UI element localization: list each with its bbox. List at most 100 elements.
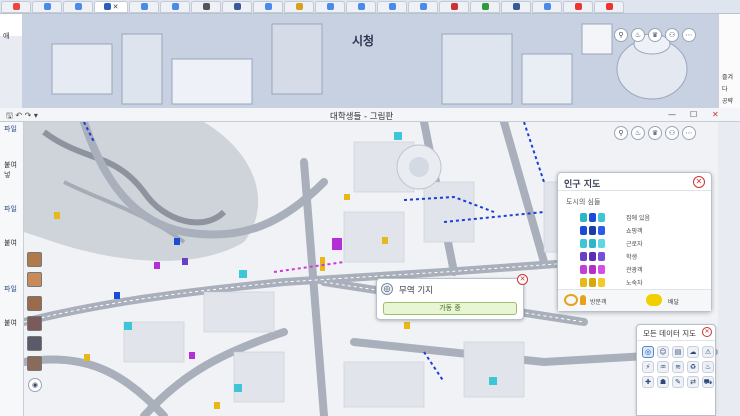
pollution-map-icon[interactable]: ☁	[687, 346, 699, 358]
browser-tab[interactable]	[63, 0, 93, 13]
population-icon[interactable]: ⚇	[665, 28, 679, 42]
garbage-map-icon[interactable]: ♻	[687, 361, 699, 373]
education-map-icon[interactable]: ✎	[672, 376, 684, 388]
crime-map-icon[interactable]: ⚠	[702, 346, 714, 358]
sim-marker-icon	[598, 213, 605, 222]
sim-marker-icon	[580, 252, 587, 261]
tab-favicon-icon	[12, 3, 20, 10]
fire-icon[interactable]: ♨	[631, 28, 645, 42]
browser-tab[interactable]	[532, 0, 562, 13]
close-icon[interactable]: ✕	[693, 176, 705, 188]
legend-row: 관광객	[580, 265, 643, 274]
avatar[interactable]	[27, 296, 42, 311]
browser-tab[interactable]	[501, 0, 531, 13]
trophy-icon[interactable]: ♛	[648, 28, 662, 42]
power-map-icon[interactable]: ⚡	[642, 361, 654, 373]
tab-favicon-icon	[450, 3, 458, 10]
browser-tab[interactable]	[594, 0, 624, 13]
traffic-map-icon[interactable]: ⛟	[702, 376, 714, 388]
right-strip-label[interactable]: 공략	[722, 96, 733, 105]
close-icon[interactable]: ✕	[702, 327, 712, 337]
tab-favicon-icon	[264, 3, 272, 10]
close-icon[interactable]: ✕	[517, 274, 528, 285]
browser-tab[interactable]	[222, 0, 252, 13]
trophy-icon[interactable]: ♛	[648, 126, 662, 140]
police-map-icon[interactable]: ☗	[657, 376, 669, 388]
health-map-icon[interactable]: ✚	[642, 376, 654, 388]
file-tab[interactable]: 파일	[4, 204, 17, 214]
avatar[interactable]	[27, 252, 42, 267]
browser-tab[interactable]	[439, 0, 469, 13]
avatar[interactable]	[27, 336, 42, 351]
browser-tab[interactable]	[32, 0, 62, 13]
tab-favicon-icon	[481, 3, 489, 10]
menu-icon[interactable]: ⋯	[682, 28, 696, 42]
avatar[interactable]	[27, 272, 42, 287]
close-button[interactable]: ✕	[712, 110, 719, 119]
browser-tab[interactable]	[315, 0, 345, 13]
population-map-icon[interactable]: ◎	[642, 346, 654, 358]
transit-map-icon[interactable]: ⇄	[687, 376, 699, 388]
happiness-map-icon[interactable]: ☺	[657, 346, 669, 358]
legend-row: 학생	[580, 252, 637, 261]
tab-favicon-icon	[543, 3, 551, 10]
apps-label[interactable]: 애	[3, 31, 9, 41]
sims-icon[interactable]: ⚲	[614, 126, 628, 140]
fire-map-icon[interactable]: ♨	[702, 361, 714, 373]
avatar[interactable]	[27, 316, 42, 331]
sim-marker-icon	[589, 226, 596, 235]
landvalue-map-icon[interactable]: ▤	[672, 346, 684, 358]
tab-favicon-icon	[171, 3, 179, 10]
tab-favicon-icon	[605, 3, 613, 10]
browser-tab[interactable]	[284, 0, 314, 13]
sim-marker-icon	[598, 239, 605, 248]
sims-icon[interactable]: ⚲	[614, 28, 628, 42]
legend-row: 쇼핑객	[580, 226, 643, 235]
sim-marker-icon	[580, 226, 587, 235]
file-tab[interactable]: 파일	[4, 124, 17, 134]
browser-tab[interactable]	[253, 0, 283, 13]
paint-title-bar: 🖫 ↶ ↷ ▾ 대학생들 - 그림판 — ☐ ✕	[0, 108, 740, 122]
visitor-marker-icon	[580, 295, 586, 305]
menu-icon[interactable]: ⋯	[682, 126, 696, 140]
sim-marker-icon	[580, 265, 587, 274]
maximize-button[interactable]: ☐	[690, 110, 697, 119]
legend-label: 집에 있음	[626, 215, 650, 222]
sewage-map-icon[interactable]: ≋	[672, 361, 684, 373]
legend-row: 노숙자	[580, 278, 643, 287]
tab-favicon-icon	[574, 3, 582, 10]
legend-label: 노숙자	[626, 280, 643, 287]
file-tab[interactable]: 파일	[4, 284, 17, 294]
sim-marker-icon	[598, 278, 605, 287]
all-data-maps-panel: 모든 데이터 지도 ✕ ◎ ☺ ▤ ☁ ⚠ ⚡ ♒ ≋ ♻ ♨ ✚ ☗ ✎ ⇄ …	[636, 324, 716, 416]
browser-tab[interactable]	[563, 0, 593, 13]
right-strip-label[interactable]: 즐겨	[722, 72, 733, 81]
avatar[interactable]	[27, 356, 42, 371]
tab-favicon-icon	[388, 3, 396, 10]
paste-label[interactable]: 붙여넣	[4, 160, 23, 180]
browser-tab[interactable]	[191, 0, 221, 13]
browser-tab-active[interactable]: ✕	[94, 0, 128, 13]
target-icon: ◎	[381, 283, 393, 295]
water-map-icon[interactable]: ♒	[657, 361, 669, 373]
paste-label[interactable]: 붙여	[4, 318, 17, 328]
browser-tab[interactable]	[1, 0, 31, 13]
browser-tab[interactable]	[129, 0, 159, 13]
fire-icon[interactable]: ♨	[631, 126, 645, 140]
browser-tab[interactable]	[160, 0, 190, 13]
browser-tab[interactable]	[377, 0, 407, 13]
sim-marker-icon	[589, 278, 596, 287]
browser-tab[interactable]	[470, 0, 500, 13]
game-screen: ✕ 애 시청 ⚲ ♨ ♛ ⚇ ⋯ 즐겨 다 공략 🖫 ↶ ↷ ▾ 대학생들 - …	[0, 0, 740, 416]
camera-icon[interactable]: ◉	[28, 378, 42, 392]
right-strip-label[interactable]: 다	[722, 84, 728, 93]
legend-label: 학생	[626, 254, 638, 261]
paste-label[interactable]: 붙여	[4, 238, 17, 248]
background-game-window: 시청 ⚲ ♨ ♛ ⚇ ⋯	[22, 14, 718, 112]
population-icon[interactable]: ⚇	[665, 126, 679, 140]
browser-tab[interactable]	[346, 0, 376, 13]
minimize-button[interactable]: —	[668, 110, 676, 119]
operating-button[interactable]: 가동 중	[383, 302, 517, 315]
close-icon[interactable]: ✕	[113, 3, 119, 11]
browser-tab[interactable]	[408, 0, 438, 13]
